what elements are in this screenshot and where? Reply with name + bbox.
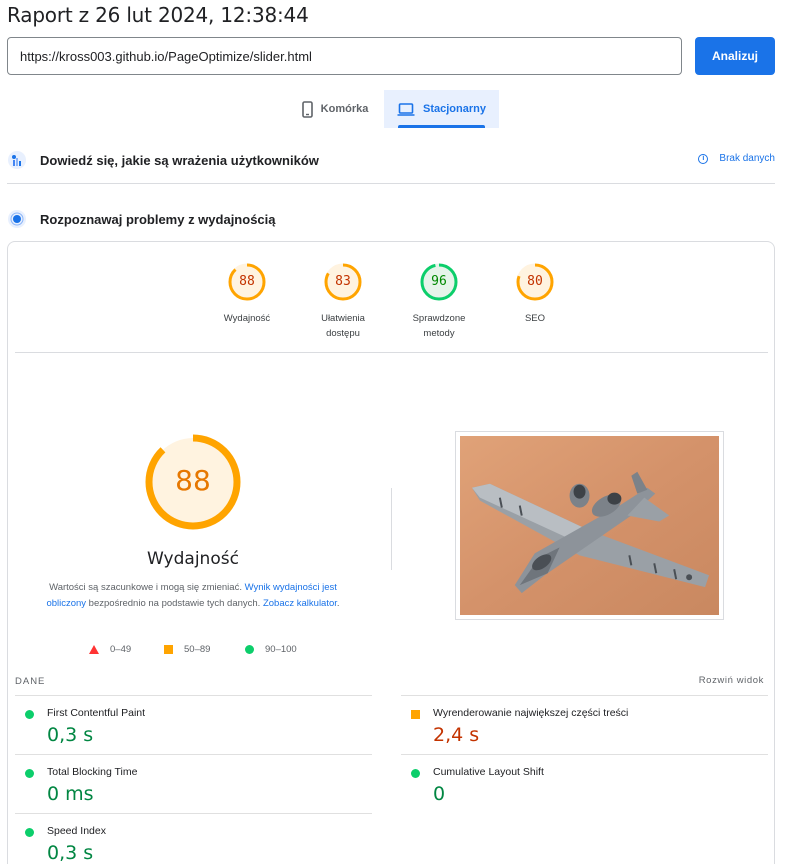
performance-description: Wartości są szacunkowe i mogą się zmieni… xyxy=(28,580,358,612)
desc-text: bezpośrednio na podstawie tych danych. xyxy=(86,598,263,609)
performance-gauge: 88 xyxy=(144,433,242,531)
metric-lcp: Wyrenderowanie największej części treści… xyxy=(401,695,768,754)
pass-circle-icon xyxy=(411,769,420,778)
divider xyxy=(391,488,392,570)
category-gauge-seo[interactable]: 80 SEO xyxy=(495,262,575,326)
gauge-label: Ułatwienia xyxy=(321,313,365,324)
gauge-label: Wydajność xyxy=(223,313,271,324)
square-icon xyxy=(164,645,173,654)
tab-desktop[interactable]: Stacjonarny xyxy=(384,90,499,128)
gauge-score: 80 xyxy=(527,274,543,289)
legend-pass: 90–100 xyxy=(245,644,297,655)
category-gauge-best-practices[interactable]: 96 Sprawdzone metody xyxy=(399,262,479,341)
tab-mobile-label: Komórka xyxy=(320,103,369,115)
diagnose-title: Rozpoznawaj problemy z wydajnością xyxy=(40,211,276,227)
diagnose-section-header: Rozpoznawaj problemy z wydajnością xyxy=(7,207,775,231)
legend-range: 0–49 xyxy=(110,644,132,655)
no-data-link[interactable]: i Brak danych xyxy=(698,153,775,164)
analyze-button[interactable]: Analizuj xyxy=(695,37,775,75)
info-icon: i xyxy=(698,153,709,164)
divider xyxy=(15,352,768,353)
metric-value: 0,3 s xyxy=(47,842,94,864)
metric-name: Speed Index xyxy=(47,825,106,837)
desc-text: Wartości są szacunkowe i mogą się zmieni… xyxy=(49,582,245,593)
triangle-icon xyxy=(89,645,99,654)
metric-name: Wyrenderowanie największej części treści xyxy=(433,707,629,719)
metric-value: 2,4 s xyxy=(433,724,480,746)
metric-name: First Contentful Paint xyxy=(47,707,146,719)
gauge-score: 96 xyxy=(431,274,447,289)
desc-text: . xyxy=(336,598,340,609)
circle-icon xyxy=(245,645,254,654)
legend-average: 50–89 xyxy=(164,644,210,655)
page-title: Raport z 26 lut 2024, 12:38:44 xyxy=(7,3,309,27)
gauge-score: 83 xyxy=(335,274,351,289)
page-screenshot-thumbnail xyxy=(455,431,724,620)
tab-desktop-label: Stacjonarny xyxy=(423,103,486,115)
gauge-label-line2: metody xyxy=(423,328,455,339)
divider xyxy=(7,183,775,184)
metric-value: 0,3 s xyxy=(47,724,94,746)
metric-value: 0 xyxy=(433,783,446,805)
crux-section-header: Dowiedź się, jakie są wrażenia użytkowni… xyxy=(7,148,775,172)
average-square-icon xyxy=(411,710,420,719)
legend-range: 90–100 xyxy=(265,644,297,655)
metric-tbt: Total Blocking Time 0 ms xyxy=(15,754,372,813)
pass-circle-icon xyxy=(25,828,34,837)
metric-value: 0 ms xyxy=(47,783,94,805)
url-input[interactable] xyxy=(7,37,682,75)
metric-fcp: First Contentful Paint 0,3 s xyxy=(15,695,372,754)
no-data-label: Brak danych xyxy=(719,153,775,164)
tab-mobile[interactable]: Komórka xyxy=(286,90,384,128)
performance-score: 88 xyxy=(175,464,211,497)
performance-label: Wydajność xyxy=(147,549,239,569)
metric-cls: Cumulative Layout Shift 0 xyxy=(401,754,768,813)
pass-circle-icon xyxy=(25,710,34,719)
active-tab-indicator xyxy=(398,125,485,128)
legend-fail: 0–49 xyxy=(89,644,131,655)
legend-range: 50–89 xyxy=(184,644,211,655)
lighthouse-icon xyxy=(7,209,27,229)
crux-title: Dowiedź się, jakie są wrażenia użytkowni… xyxy=(40,152,319,168)
gauge-score: 88 xyxy=(239,274,255,289)
expand-view-toggle[interactable]: Rozwiń widok xyxy=(699,675,764,686)
metric-speed-index: Speed Index 0,3 s xyxy=(15,813,372,864)
category-gauge-accessibility[interactable]: 83 Ułatwienia dostępu xyxy=(303,262,383,341)
gauge-label: SEO xyxy=(524,313,546,324)
gauge-label: Sprawdzone xyxy=(412,313,466,324)
metric-name: Total Blocking Time xyxy=(47,766,138,778)
pass-circle-icon xyxy=(25,769,34,778)
smartphone-icon xyxy=(301,100,313,118)
category-gauge-performance[interactable]: 88 Wydajność xyxy=(207,262,287,326)
metrics-heading: DANE xyxy=(15,676,46,687)
users-experience-icon xyxy=(7,150,27,170)
aircraft-image xyxy=(460,436,719,615)
gauge-label-line2: dostępu xyxy=(326,328,360,339)
calculator-link[interactable]: Zobacz kalkulator xyxy=(263,598,337,609)
laptop-icon xyxy=(397,102,415,116)
metric-name: Cumulative Layout Shift xyxy=(433,766,544,778)
